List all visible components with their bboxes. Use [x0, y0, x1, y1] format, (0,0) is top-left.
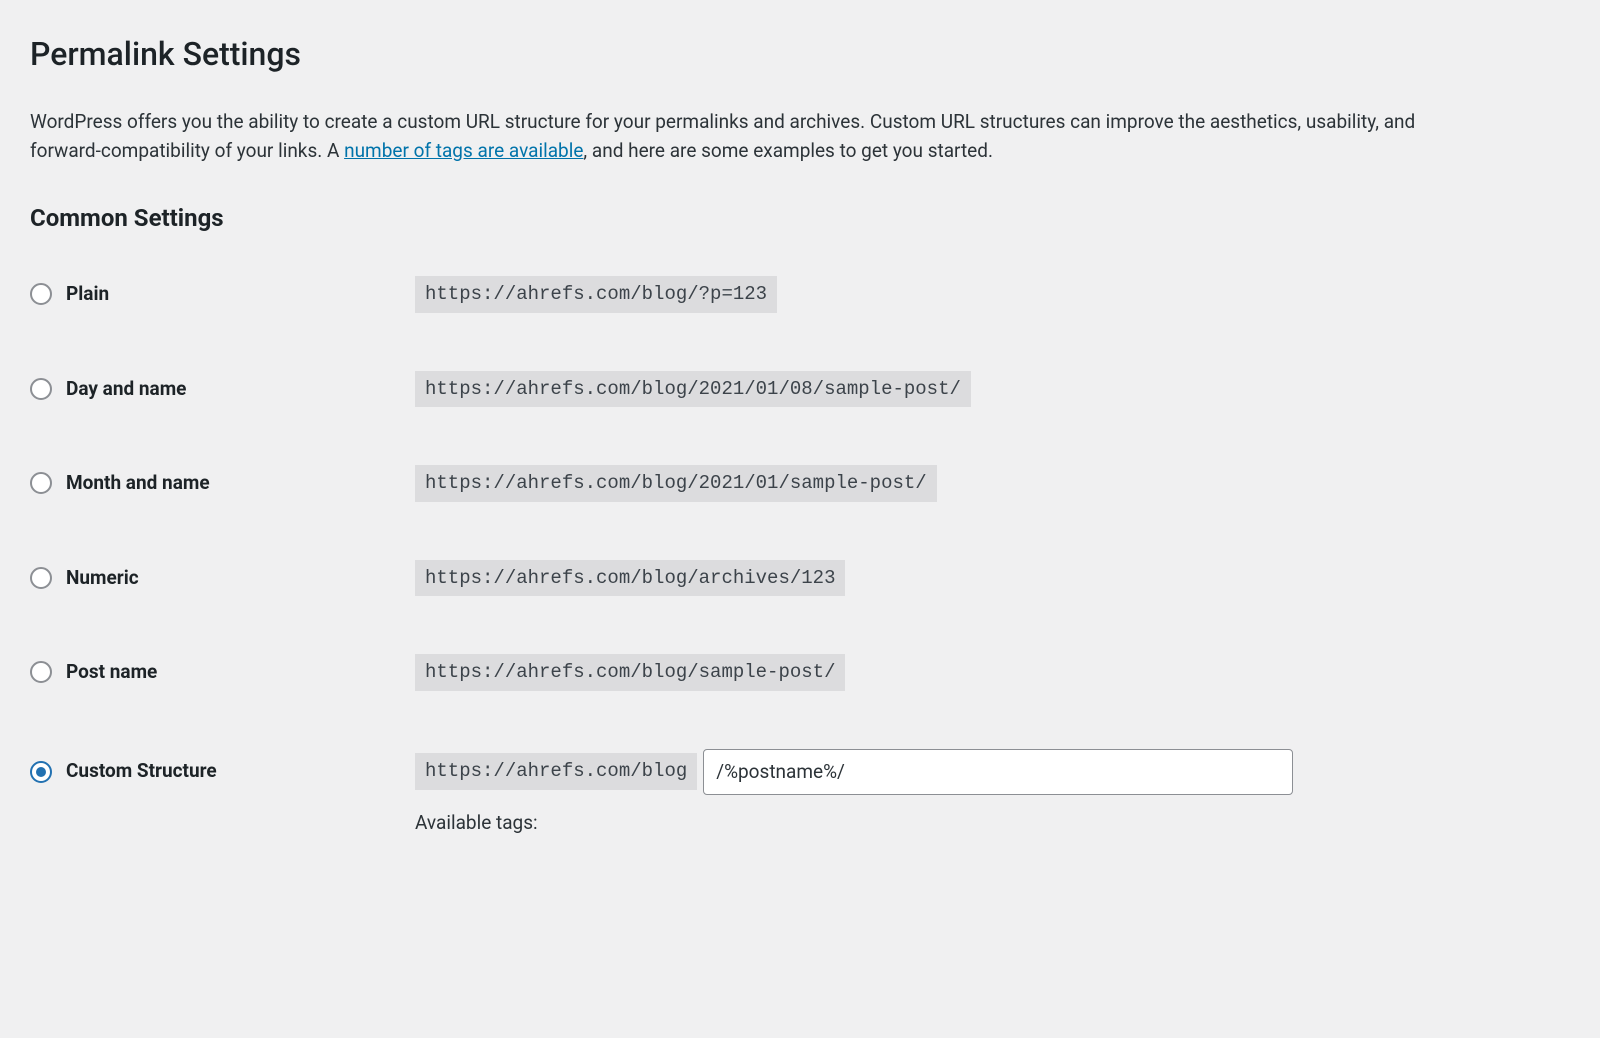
- label-day-name[interactable]: Day and name: [66, 375, 186, 404]
- example-day-name: https://ahrefs.com/blog/2021/01/08/sampl…: [415, 371, 971, 408]
- option-custom: Custom Structure https://ahrefs.com/blog: [30, 749, 1570, 795]
- example-month-name: https://ahrefs.com/blog/2021/01/sample-p…: [415, 465, 937, 502]
- intro-text: WordPress offers you the ability to crea…: [30, 108, 1430, 165]
- radio-day-name[interactable]: [30, 378, 52, 400]
- radio-month-name[interactable]: [30, 472, 52, 494]
- label-month-name[interactable]: Month and name: [66, 469, 210, 498]
- permalink-options: Plain https://ahrefs.com/blog/?p=123 Day…: [30, 276, 1570, 795]
- page-title: Permalink Settings: [30, 30, 1570, 78]
- tags-available-link[interactable]: number of tags are available: [344, 139, 583, 162]
- available-tags-label: Available tags:: [415, 809, 1570, 838]
- intro-text-after: , and here are some examples to get you …: [583, 139, 993, 162]
- custom-base-url: https://ahrefs.com/blog: [415, 753, 697, 790]
- example-post-name: https://ahrefs.com/blog/sample-post/: [415, 654, 845, 691]
- radio-plain[interactable]: [30, 283, 52, 305]
- option-numeric: Numeric https://ahrefs.com/blog/archives…: [30, 560, 1570, 597]
- radio-numeric[interactable]: [30, 567, 52, 589]
- label-custom[interactable]: Custom Structure: [66, 757, 217, 786]
- label-numeric[interactable]: Numeric: [66, 564, 139, 593]
- option-post-name: Post name https://ahrefs.com/blog/sample…: [30, 654, 1570, 691]
- radio-post-name[interactable]: [30, 661, 52, 683]
- option-month-name: Month and name https://ahrefs.com/blog/2…: [30, 465, 1570, 502]
- example-plain: https://ahrefs.com/blog/?p=123: [415, 276, 777, 313]
- example-numeric: https://ahrefs.com/blog/archives/123: [415, 560, 845, 597]
- custom-structure-input[interactable]: [703, 749, 1293, 795]
- option-day-name: Day and name https://ahrefs.com/blog/202…: [30, 371, 1570, 408]
- option-plain: Plain https://ahrefs.com/blog/?p=123: [30, 276, 1570, 313]
- common-settings-heading: Common Settings: [30, 200, 1570, 236]
- label-post-name[interactable]: Post name: [66, 658, 157, 687]
- radio-custom[interactable]: [30, 761, 52, 783]
- label-plain[interactable]: Plain: [66, 280, 109, 309]
